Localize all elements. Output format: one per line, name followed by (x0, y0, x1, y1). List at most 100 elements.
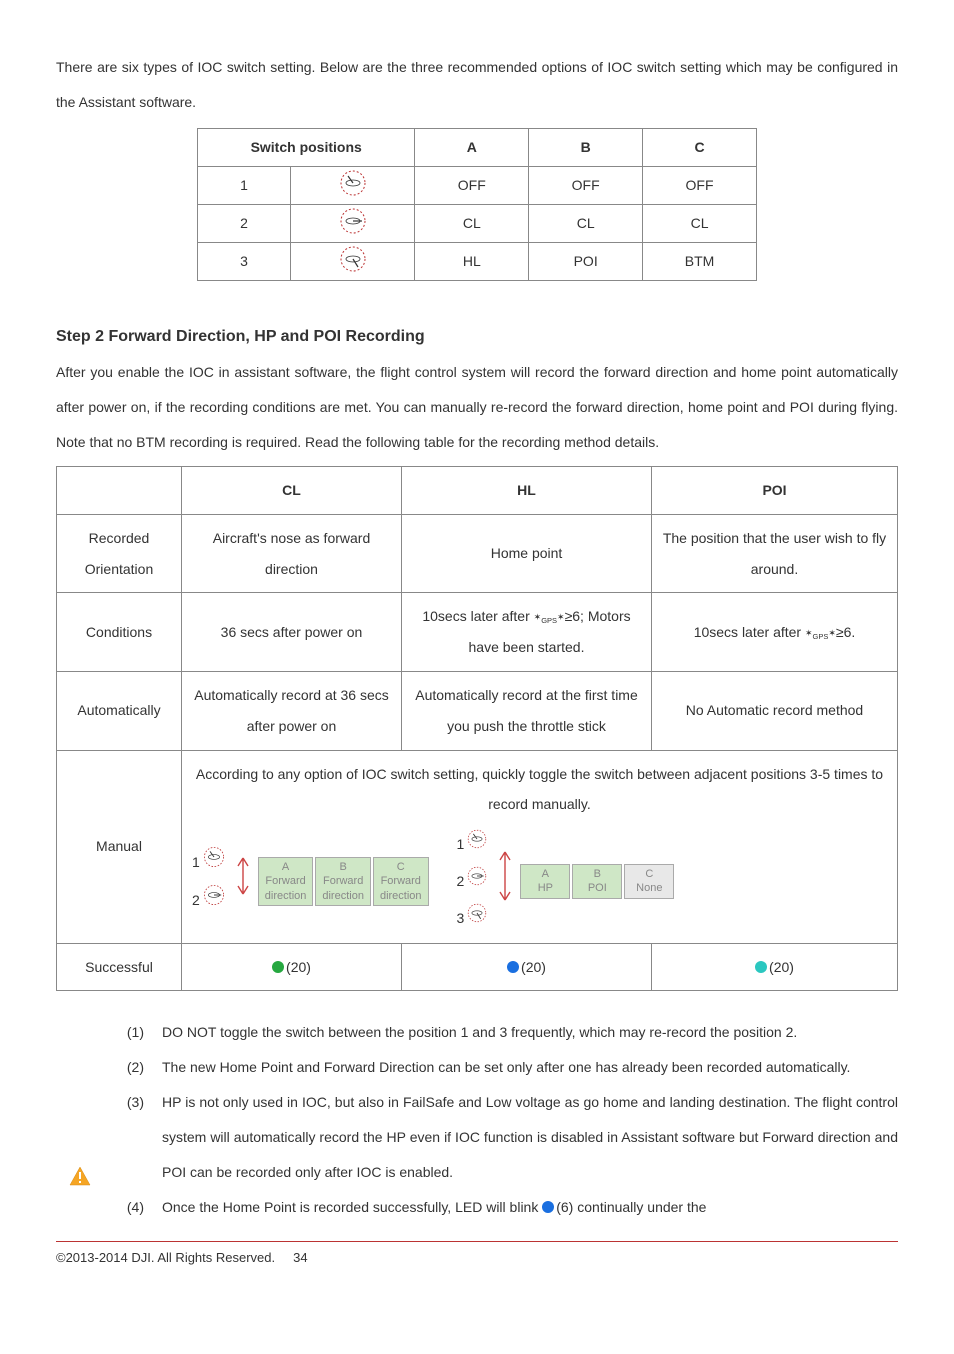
note-4-txt: Once the Home Point is recorded successf… (162, 1190, 898, 1225)
intro-paragraph: There are six types of IOC switch settin… (56, 50, 898, 120)
box-L-A: AForwarddirection (258, 857, 314, 906)
gps-label: GPS (541, 616, 557, 625)
t1-r1-c: OFF (643, 167, 757, 205)
led-cyan-icon (755, 961, 767, 973)
dgL-num2: 2 (192, 885, 200, 916)
t2-head-poi: POI (652, 467, 898, 515)
dial-pos3-icon (338, 244, 368, 280)
note-4-num: (4) (104, 1190, 144, 1225)
box-R-B: BPOI (572, 864, 622, 899)
box-R-C: CNone (624, 864, 674, 899)
t1-r1-icon (291, 167, 415, 205)
manual-diagram-left: 1 2 (192, 845, 429, 919)
note-1-num: (1) (104, 1015, 144, 1050)
note-4-post: continually under the (573, 1199, 706, 1215)
t1-r3-b: POI (529, 243, 643, 281)
dial-pos2-icon (466, 865, 488, 898)
note-4-led: (6) (556, 1199, 573, 1215)
t1-head-a: A (415, 129, 529, 167)
toggle-arrow-icon (496, 848, 514, 915)
t2-row2-hl: 10secs later after ✶GPS✶≥6; Motors have … (402, 593, 652, 672)
t2-row2-lab: Conditions (57, 593, 182, 672)
t2-row5-cl: (20) (182, 943, 402, 991)
footer-page-number: 34 (293, 1248, 307, 1268)
t2-row5-poi-val: (20) (769, 959, 794, 975)
t1-r2-c: CL (643, 205, 757, 243)
t1-r2-num: 2 (198, 205, 291, 243)
note-4: (4) Once the Home Point is recorded succ… (104, 1190, 898, 1225)
note-2-txt: The new Home Point and Forward Direction… (162, 1050, 898, 1085)
t2-row5-lab: Successful (57, 943, 182, 991)
t2-row3-poi: No Automatic record method (652, 671, 898, 750)
t1-r1-num: 1 (198, 167, 291, 205)
t2-row3-lab: Automatically (57, 671, 182, 750)
t2-row5-hl: (20) (402, 943, 652, 991)
t2-row5-poi: (20) (652, 943, 898, 991)
led-blue-icon (507, 961, 519, 973)
t2-row4-cell: According to any option of IOC switch se… (182, 750, 898, 943)
t1-r2-icon (291, 205, 415, 243)
t1-r3-num: 3 (198, 243, 291, 281)
t2-row3-cl: Automatically record at 36 secs after po… (182, 671, 402, 750)
box-L-B: BForwarddirection (315, 857, 371, 906)
gps-label: GPS (813, 632, 829, 641)
dgR-num2: 2 (457, 866, 465, 897)
dial-pos1-icon (202, 845, 226, 880)
step2-paragraph: After you enable the IOC in assistant so… (56, 355, 898, 460)
manual-diagram-right: 1 2 3 (457, 828, 675, 934)
t2-head-cl: CL (182, 467, 402, 515)
t2-row5-hl-val: (20) (521, 959, 546, 975)
t2-row2-poi-pre: 10secs later after (694, 624, 805, 640)
t2-row2-cl: 36 secs after power on (182, 593, 402, 672)
t2-row4-text: According to any option of IOC switch se… (192, 759, 887, 821)
note-1: (1) DO NOT toggle the switch between the… (104, 1015, 898, 1050)
t2-row1-lab: Recorded Orientation (57, 514, 182, 593)
dgR-num1: 1 (457, 829, 465, 860)
t1-r2-b: CL (529, 205, 643, 243)
note-4-pre: Once the Home Point is recorded successf… (162, 1199, 542, 1215)
led-green-icon (272, 961, 284, 973)
t1-r1-b: OFF (529, 167, 643, 205)
toggle-arrow-icon (234, 854, 252, 909)
note-3-num: (3) (104, 1085, 144, 1190)
t2-row2-hl-pre: 10secs later after (422, 608, 533, 624)
note-2: (2) The new Home Point and Forward Direc… (104, 1050, 898, 1085)
warning-notes: (1) DO NOT toggle the switch between the… (56, 1013, 898, 1225)
t2-blank-head (57, 467, 182, 515)
led-blue-icon (542, 1201, 554, 1213)
t1-head-c: C (643, 129, 757, 167)
t2-row5-cl-val: (20) (286, 959, 311, 975)
t2-row3-hl: Automatically record at the first time y… (402, 671, 652, 750)
t1-r3-a: HL (415, 243, 529, 281)
dial-pos3-icon (466, 902, 488, 935)
dial-pos1-icon (338, 168, 368, 204)
switch-positions-table: Switch positions A B C 1 OFF OFF OFF 2 C… (197, 128, 757, 281)
gps-icon: ✶GPS✶ (534, 612, 565, 622)
t2-row1-poi: The position that the user wish to fly a… (652, 514, 898, 593)
t2-row4-lab: Manual (57, 750, 182, 943)
gps-icon: ✶GPS✶ (805, 628, 836, 638)
manual-diagram: 1 2 (192, 828, 887, 934)
t1-head-switch: Switch positions (198, 129, 415, 167)
t1-r1-a: OFF (415, 167, 529, 205)
dgR-num3: 3 (457, 903, 465, 934)
t1-r2-a: CL (415, 205, 529, 243)
t2-head-hl: HL (402, 467, 652, 515)
t1-head-b: B (529, 129, 643, 167)
t1-r3-icon (291, 243, 415, 281)
dial-pos1-icon (466, 828, 488, 861)
t2-row2-poi: 10secs later after ✶GPS✶≥6. (652, 593, 898, 672)
footer-copyright: ©2013-2014 DJI. All Rights Reserved. (56, 1248, 275, 1268)
note-3: (3) HP is not only used in IOC, but also… (104, 1085, 898, 1190)
t2-row1-hl: Home point (402, 514, 652, 593)
page-footer: ©2013-2014 DJI. All Rights Reserved. 34 (56, 1241, 898, 1268)
box-R-A: AHP (520, 864, 570, 899)
t1-r3-c: BTM (643, 243, 757, 281)
dial-pos2-icon (338, 206, 368, 242)
note-3-txt: HP is not only used in IOC, but also in … (162, 1085, 898, 1190)
recording-method-table: CL HL POI Recorded Orientation Aircraft'… (56, 466, 898, 991)
note-1-txt: DO NOT toggle the switch between the pos… (162, 1015, 898, 1050)
warning-icon-col (56, 1013, 104, 1225)
box-L-C: CForwarddirection (373, 857, 429, 906)
note-2-num: (2) (104, 1050, 144, 1085)
